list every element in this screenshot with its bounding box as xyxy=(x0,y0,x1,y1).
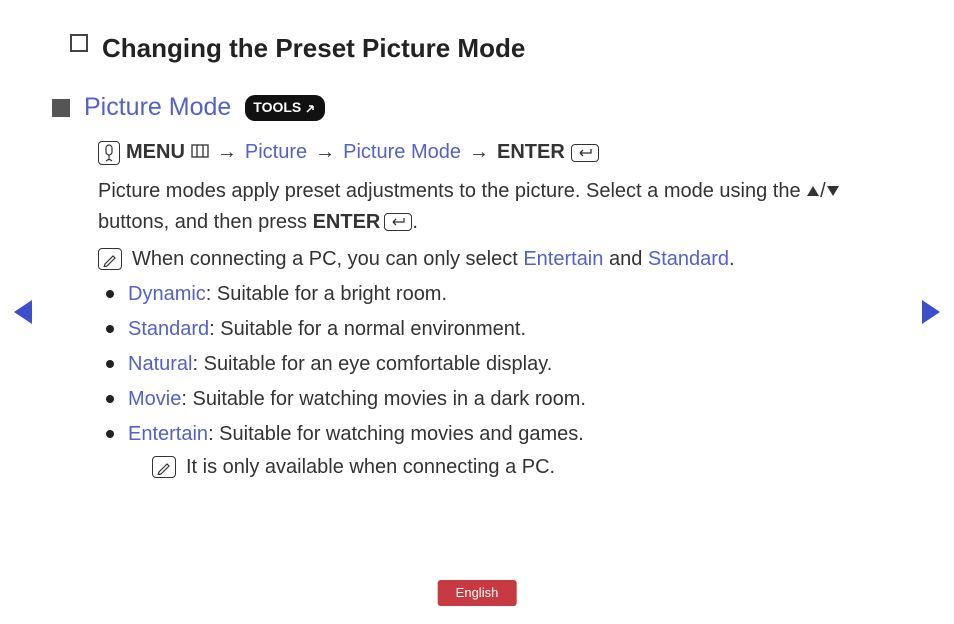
up-triangle-icon xyxy=(806,176,820,207)
tools-badge: TOOLS xyxy=(245,95,325,121)
pc-note-and: and xyxy=(603,248,647,270)
pc-note: When connecting a PC, you can only selec… xyxy=(98,244,864,275)
mode-name: Dynamic xyxy=(128,283,206,305)
entertain-sub-note: It is only available when connecting a P… xyxy=(152,452,864,483)
title-row: Changing the Preset Picture Mode xyxy=(70,28,864,68)
enter-icon-2 xyxy=(384,213,412,231)
desc-part1: Picture modes apply preset adjustments t… xyxy=(98,180,806,202)
tools-arrow-icon xyxy=(305,102,317,114)
note-icon xyxy=(152,456,176,478)
mode-name: Standard xyxy=(128,318,209,340)
menu-step-picture: Picture xyxy=(245,137,307,168)
mode-desc: : Suitable for watching movies and games… xyxy=(208,423,584,445)
enter-label-1: ENTER xyxy=(497,137,565,168)
list-item: Standard: Suitable for a normal environm… xyxy=(104,314,864,345)
list-item: Entertain: Suitable for watching movies … xyxy=(104,419,864,483)
pc-note-pre: When connecting a PC, you can only selec… xyxy=(132,248,523,270)
entertain-note-text: It is only available when connecting a P… xyxy=(186,452,555,483)
menu-path: MENU → Picture → Picture Mode → ENTER xyxy=(98,137,864,168)
mode-desc: : Suitable for a bright room. xyxy=(206,283,447,305)
arrow-3: → xyxy=(467,137,491,168)
menu-grid-icon xyxy=(191,137,209,168)
remote-menu-icon xyxy=(98,141,120,165)
description: Picture modes apply preset adjustments t… xyxy=(98,176,864,238)
chevron-left-icon xyxy=(14,300,32,324)
down-triangle-icon xyxy=(826,176,840,207)
arrow-1: → xyxy=(215,137,239,168)
note-icon xyxy=(98,248,122,270)
section-subhead: Picture Mode xyxy=(84,88,231,127)
mode-list: Dynamic: Suitable for a bright room. Sta… xyxy=(104,279,864,483)
menu-label: MENU xyxy=(126,137,185,168)
mode-name: Movie xyxy=(128,388,181,410)
enter-icon xyxy=(571,144,599,162)
pc-note-entertain: Entertain xyxy=(523,248,603,270)
tools-label: TOOLS xyxy=(253,97,301,119)
mode-desc: : Suitable for watching movies in a dark… xyxy=(181,388,586,410)
mode-desc: : Suitable for an eye comfortable displa… xyxy=(192,353,552,375)
section-bullet-hollow-icon xyxy=(70,34,88,52)
page-content: Changing the Preset Picture Mode Picture… xyxy=(0,0,954,483)
main-body: MENU → Picture → Picture Mode → ENTER Pi… xyxy=(98,137,864,483)
list-item: Dynamic: Suitable for a bright room. xyxy=(104,279,864,310)
pc-note-standard: Standard xyxy=(648,248,729,270)
desc-period: . xyxy=(412,211,418,233)
arrow-2: → xyxy=(313,137,337,168)
language-badge: English xyxy=(438,580,517,606)
desc-part2: buttons, and then press xyxy=(98,211,313,233)
chevron-right-icon xyxy=(922,300,940,324)
pc-note-post: . xyxy=(729,248,735,270)
prev-page-button[interactable] xyxy=(14,300,32,324)
list-item: Natural: Suitable for an eye comfortable… xyxy=(104,349,864,380)
mode-desc: : Suitable for a normal environment. xyxy=(209,318,526,340)
enter-label-2: ENTER xyxy=(313,211,381,233)
next-page-button[interactable] xyxy=(922,300,940,324)
page-title: Changing the Preset Picture Mode xyxy=(102,28,525,68)
pc-note-text: When connecting a PC, you can only selec… xyxy=(132,244,735,275)
section-bullet-solid-icon xyxy=(52,99,70,117)
mode-name: Natural xyxy=(128,353,192,375)
list-item: Movie: Suitable for watching movies in a… xyxy=(104,384,864,415)
menu-step-picture-mode: Picture Mode xyxy=(343,137,461,168)
subhead-row: Picture Mode TOOLS xyxy=(52,88,864,127)
mode-name: Entertain xyxy=(128,423,208,445)
